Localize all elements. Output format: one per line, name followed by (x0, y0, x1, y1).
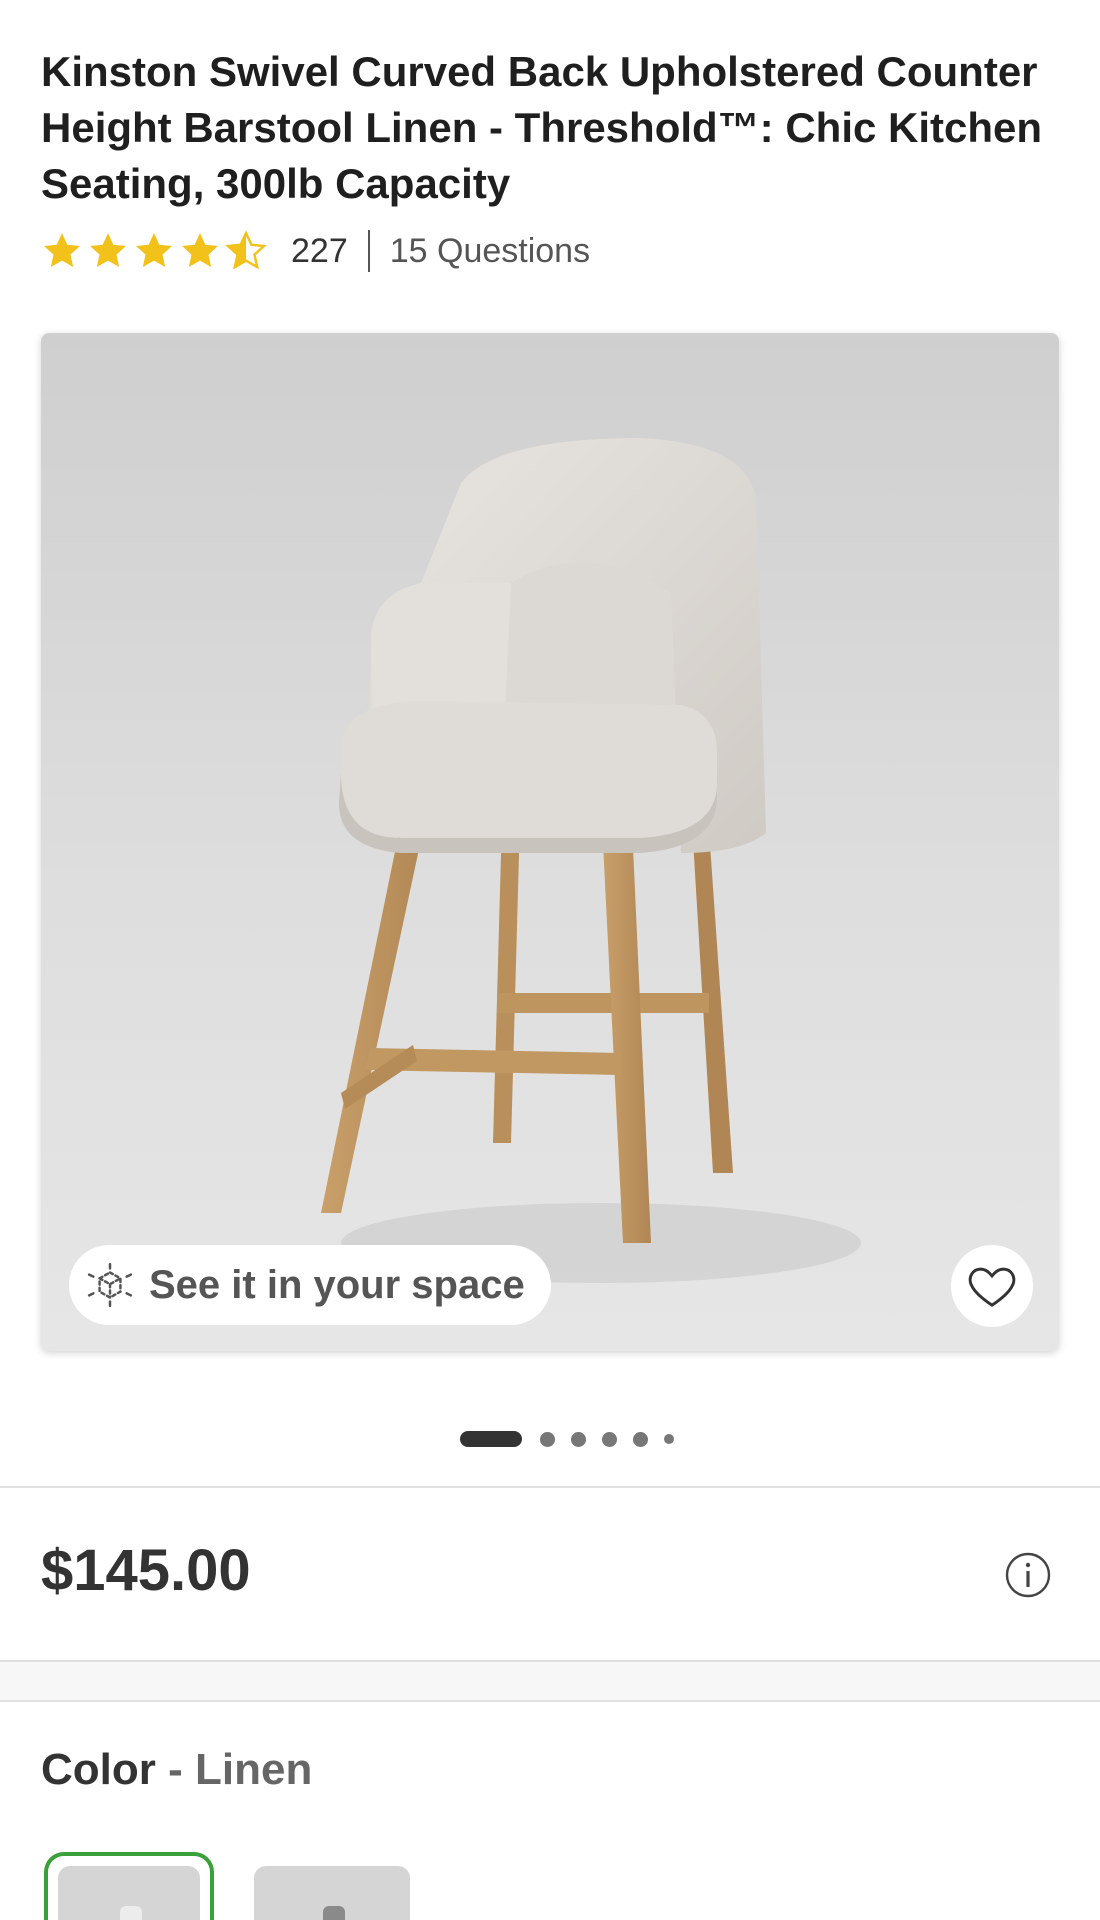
swatch-thumbnail (254, 1866, 410, 1920)
pagination-dot[interactable] (571, 1431, 586, 1447)
pagination-dot[interactable] (664, 1434, 674, 1444)
star-rating[interactable] (41, 230, 271, 272)
price-info-button[interactable] (1004, 1551, 1052, 1599)
pagination-dot[interactable] (540, 1431, 555, 1447)
star-full-icon (90, 233, 126, 268)
star-full-icon (182, 233, 218, 268)
variant-separator: - (168, 1745, 183, 1794)
product-price: $145.00 (41, 1538, 251, 1603)
color-swatch-linen[interactable] (44, 1852, 214, 1920)
section-separator (0, 1660, 1100, 1702)
rating-row[interactable]: 227 15 Questions (41, 228, 590, 274)
pagination-dot[interactable] (602, 1431, 617, 1447)
see-in-your-space-label: See it in your space (149, 1262, 525, 1307)
pagination-dot-active[interactable] (460, 1431, 522, 1447)
gallery-pagination[interactable] (0, 1428, 1100, 1450)
pagination-dot[interactable] (633, 1431, 648, 1447)
star-half-icon (225, 230, 267, 270)
divider (367, 230, 370, 272)
product-image (321, 438, 861, 1283)
questions-link[interactable]: 15 Questions (390, 232, 590, 271)
color-variant-label: Color - Linen (41, 1745, 312, 1795)
product-image-gallery[interactable]: See it in your space (41, 333, 1059, 1351)
ar-cube-icon (87, 1262, 133, 1308)
review-count-link[interactable]: 227 (291, 232, 348, 271)
star-full-icon (136, 233, 172, 268)
heart-icon (968, 1267, 1016, 1307)
product-title: Kinston Swivel Curved Back Upholstered C… (41, 48, 1043, 207)
swatch-thumbnail (58, 1866, 200, 1920)
variant-name: Color (41, 1745, 156, 1794)
see-in-your-space-button[interactable]: See it in your space (69, 1245, 551, 1325)
favorite-button[interactable] (951, 1245, 1033, 1327)
divider (0, 1486, 1100, 1488)
info-icon (1005, 1552, 1051, 1598)
star-full-icon (44, 233, 80, 268)
variant-value: Linen (195, 1745, 313, 1794)
color-swatch-gray[interactable] (254, 1852, 424, 1920)
